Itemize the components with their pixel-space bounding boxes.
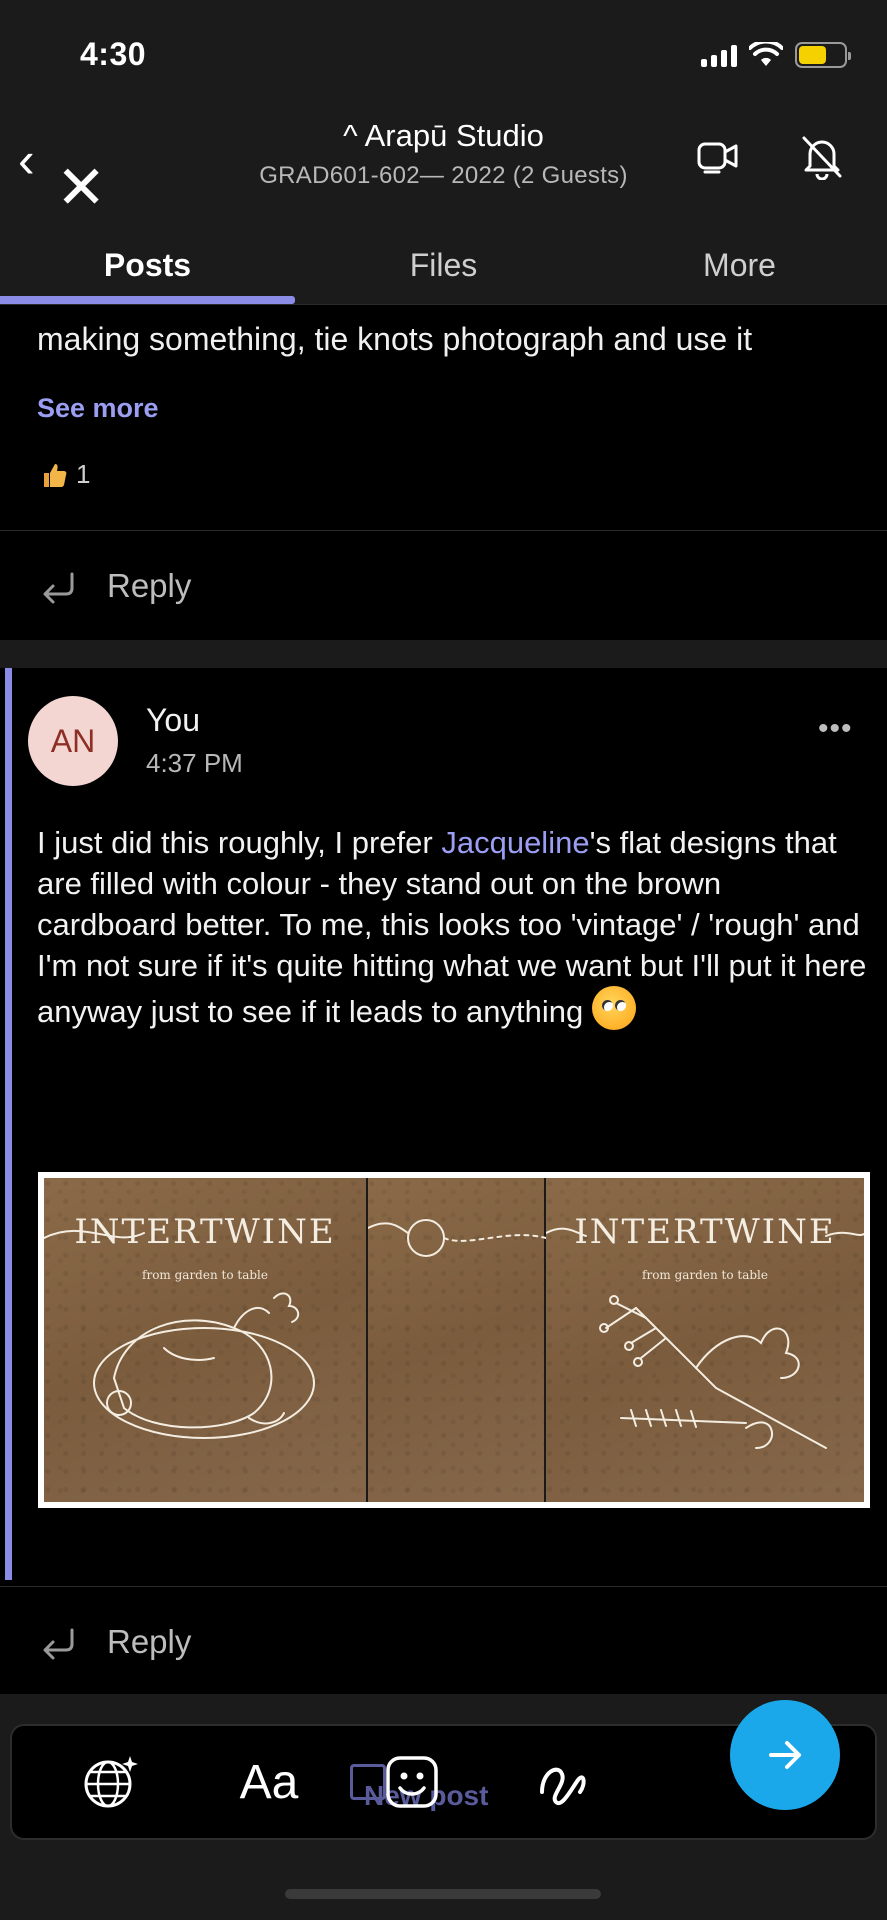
swirl-drawing-icon [368,1219,546,1257]
sticker-icon[interactable] [376,1746,448,1818]
previous-post: making something, tie knots photograph a… [0,305,887,530]
format-text-button[interactable]: Aa [224,1746,314,1818]
avatar[interactable]: AN [28,696,118,786]
tab-posts[interactable]: Posts [0,230,295,300]
status-bar: 4:30 [0,0,887,110]
post-timestamp: 4:37 PM [146,748,243,778]
wifi-icon [749,42,783,66]
more-horizontal-icon[interactable]: ••• [818,712,853,746]
reaction-count: 1 [76,459,91,489]
post-divider [0,1586,887,1587]
packaging-mockup: INTERTWINE from garden to table INTERTWI… [44,1178,864,1502]
globe-sparkle-icon[interactable] [74,1746,146,1818]
own-post-accent [5,668,12,1580]
attachment-image[interactable]: INTERTWINE from garden to table INTERTWI… [38,1172,870,1508]
post-author: You [146,702,200,738]
post-separator [0,640,887,668]
reply-label: Reply [107,567,192,604]
mention-link[interactable]: Jacqueline [441,825,589,860]
signal-icon [701,43,737,67]
reply-icon [43,572,74,604]
channel-title[interactable]: ^ Arapū Studio [0,118,887,154]
herbs-drawing-icon [546,1227,864,1449]
reaction-badge[interactable]: 1 [40,459,90,490]
tab-files[interactable]: Files [296,230,591,300]
active-tab-indicator [0,296,295,304]
smiley-sticker-icon [386,1756,438,1808]
format-text-icon: Aa [239,1755,299,1809]
status-icons [701,40,851,70]
send-button[interactable] [730,1700,840,1810]
mockup-panel-spine [368,1178,546,1502]
post-divider [0,530,887,531]
loop-component-icon [540,1767,586,1806]
loop-icon[interactable] [526,1746,598,1818]
tab-more[interactable]: More [592,230,887,300]
bell-muted-icon[interactable] [798,132,846,180]
reply-row-current[interactable]: Reply [0,1598,887,1686]
new-post-icon [350,1764,386,1800]
home-indicator [285,1889,601,1899]
mockup-panel-left: INTERTWINE from garden to table [44,1178,368,1502]
mockup-panel-right: INTERTWINE from garden to table [546,1178,864,1502]
smiling-face-emoji-icon [591,986,636,1030]
reply-label: Reply [107,1623,192,1660]
status-time: 4:30 [80,36,147,72]
battery-level [799,46,827,64]
reply-icon [43,1628,74,1660]
channel-tabs: Posts Files More [0,230,887,305]
reply-row-previous[interactable]: Reply [0,542,887,630]
see-more-link[interactable]: See more [37,393,159,424]
post-body: I just did this roughly, I prefer Jacque… [37,822,867,1032]
globe-icon [84,1756,138,1808]
post-card: AN You 4:37 PM ••• I just did this rough… [0,668,887,1586]
thumbs-up-icon [44,463,67,487]
post-text-start: I just did this roughly, I prefer [37,825,442,860]
battery-icon [795,42,851,68]
video-call-icon[interactable] [696,134,740,178]
channel-header: ‹ ✕ ^ Arapū Studio GRAD601-602— 2022 (2 … [0,110,887,305]
send-icon [769,1741,801,1769]
roast-chicken-drawing-icon [44,1229,315,1439]
previous-post-text: making something, tie knots photograph a… [37,321,753,357]
channel-subtitle: GRAD601-602— 2022 (2 Guests) [259,162,628,189]
